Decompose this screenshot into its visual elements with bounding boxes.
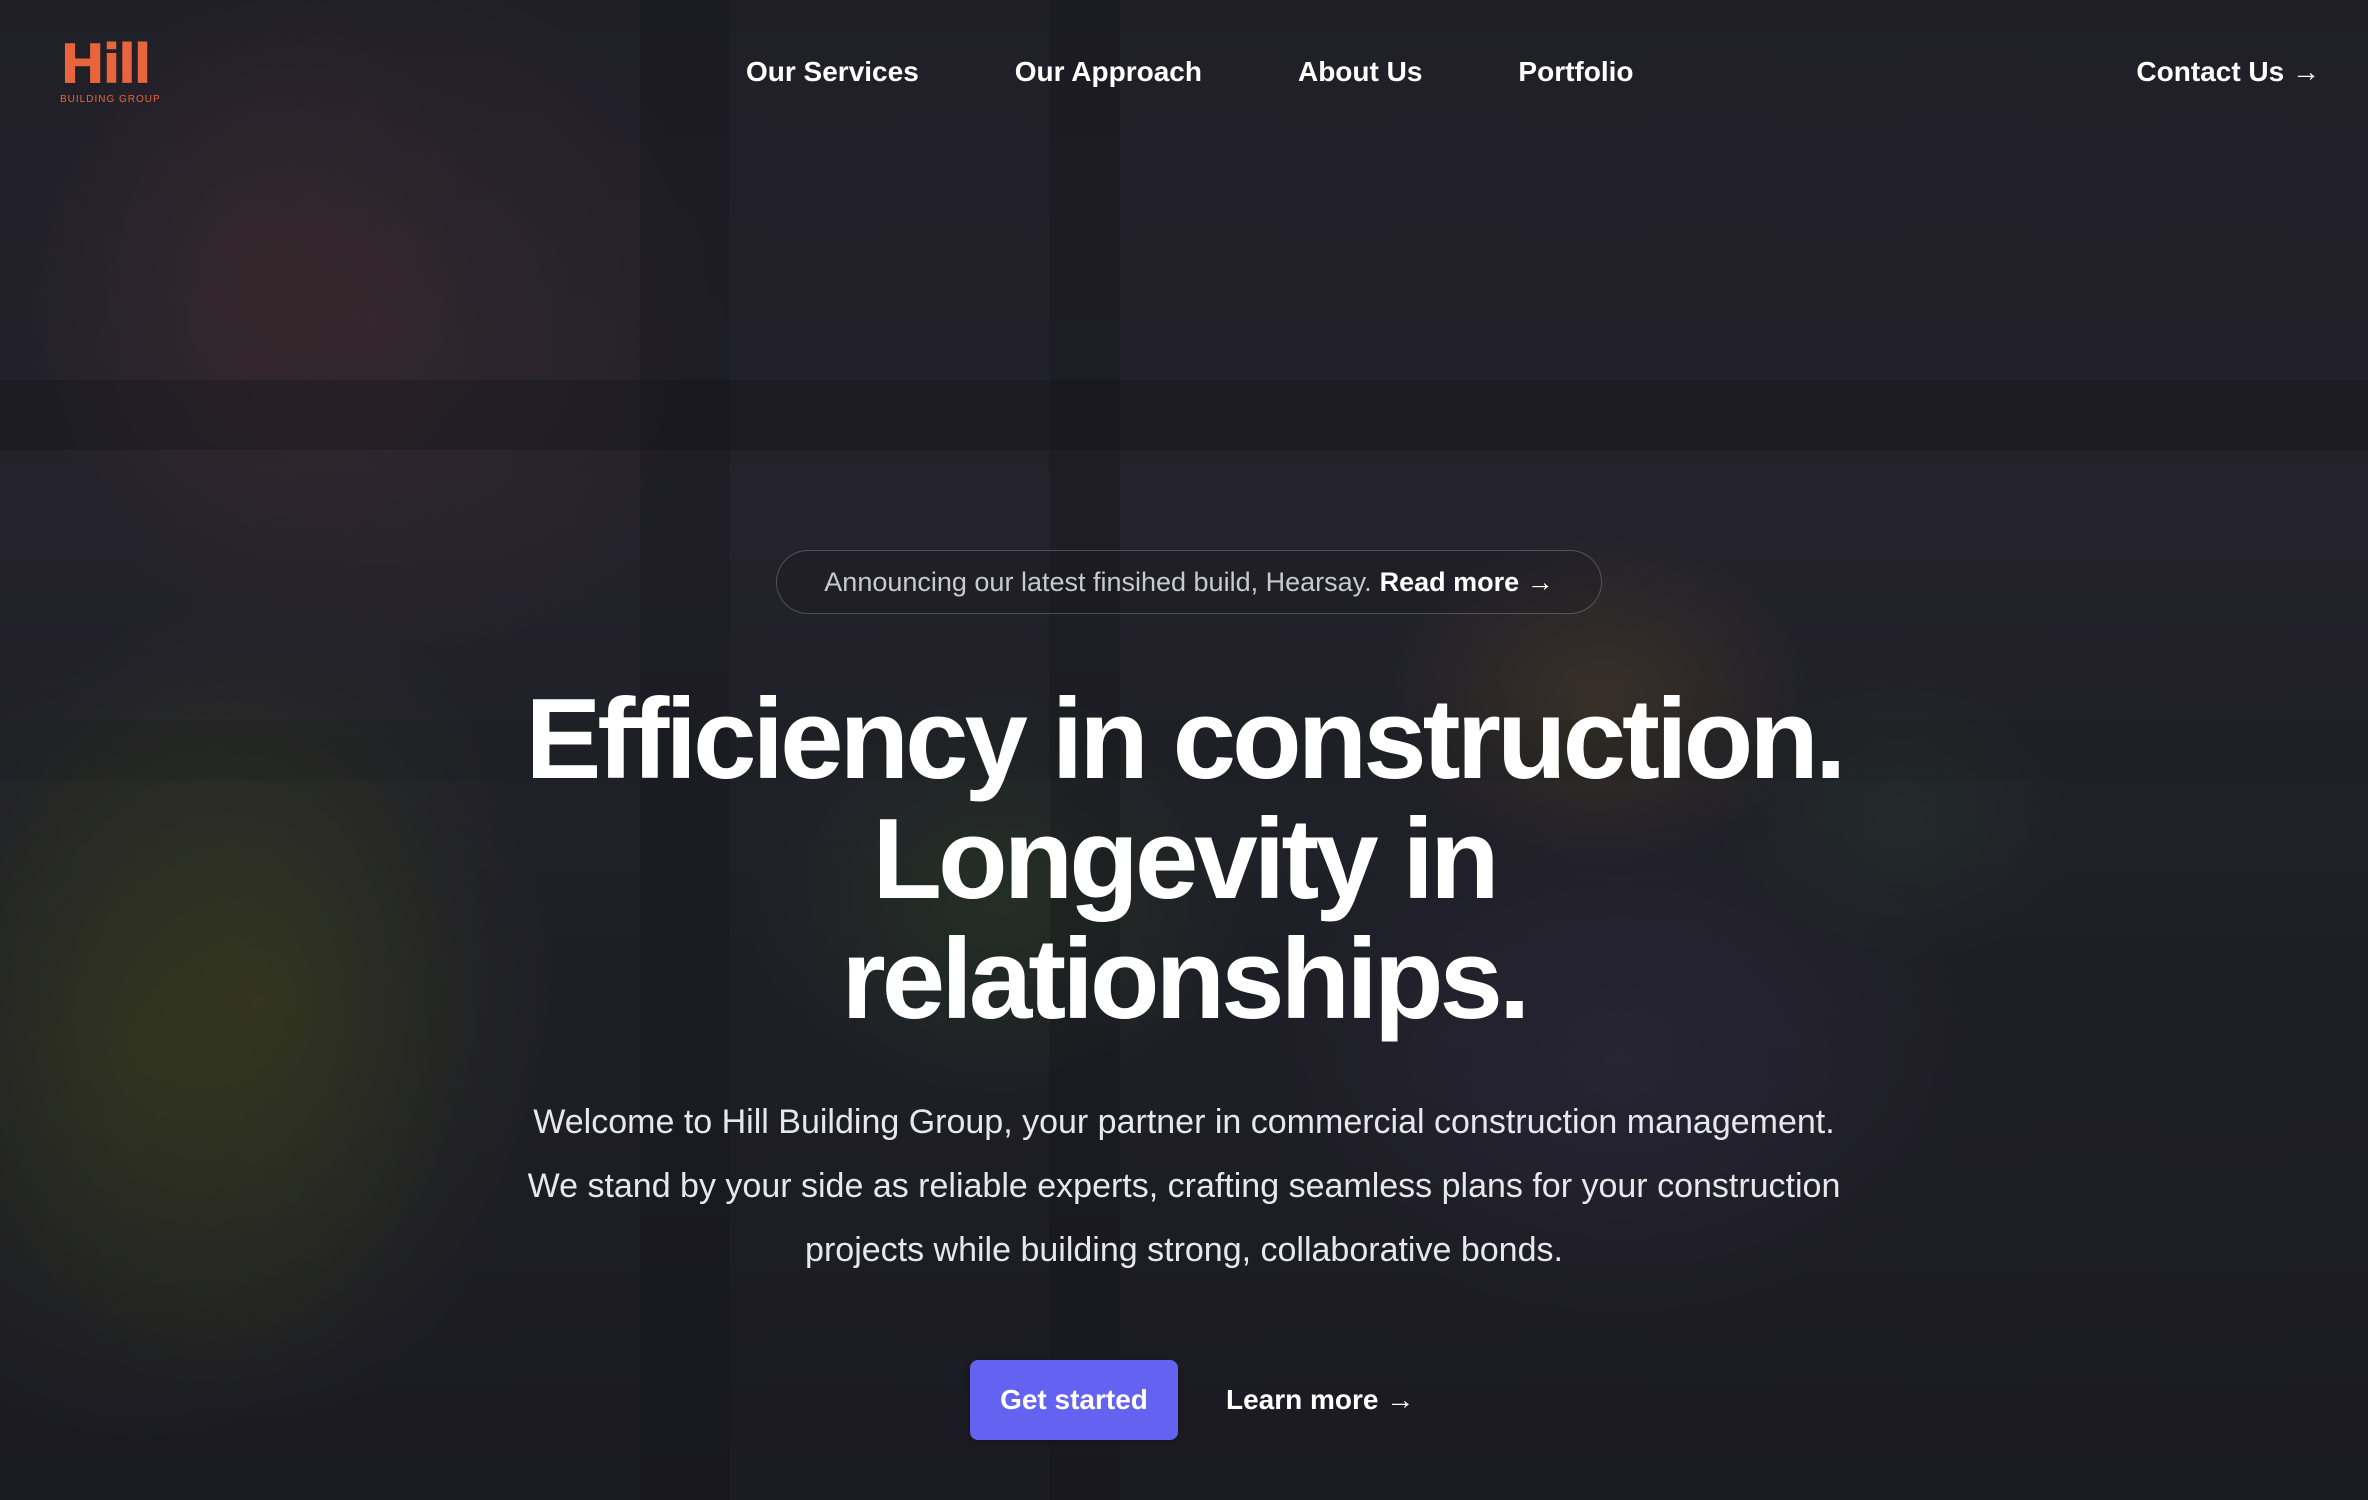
- learn-more-link[interactable]: Learn more →: [1226, 1360, 1414, 1440]
- landing-page: Hill BUILDING GROUP Our Services Our App…: [0, 0, 2368, 1500]
- headline-line: Efficiency in construction.: [525, 676, 1846, 803]
- contact-us-link[interactable]: Contact Us →: [2136, 52, 2320, 92]
- announcement-text: Announcing our latest finsihed build, He…: [824, 566, 1372, 597]
- read-more-link[interactable]: Read more →: [1380, 567, 1554, 598]
- nav-item-portfolio[interactable]: Portfolio: [1518, 52, 1633, 92]
- brand-logo[interactable]: Hill BUILDING GROUP: [60, 38, 160, 108]
- get-started-button[interactable]: Get started: [970, 1360, 1178, 1440]
- hero-headline: Efficiency in construction. Longevity in…: [484, 680, 1884, 1040]
- primary-nav: Our Services Our Approach About Us Portf…: [746, 52, 1634, 92]
- hero-description: Welcome to Hill Building Group, your par…: [527, 1103, 1841, 1269]
- nav-item-our-approach[interactable]: Our Approach: [1015, 52, 1202, 92]
- headline-line: Longevity in: [872, 796, 1499, 923]
- site-header: Hill BUILDING GROUP Our Services Our App…: [0, 0, 2368, 144]
- logo-subtext: BUILDING GROUP: [60, 94, 161, 105]
- headline-line: relationships.: [841, 916, 1530, 1043]
- announcement-pill: Announcing our latest finsihed build, He…: [776, 550, 1602, 614]
- nav-item-our-services[interactable]: Our Services: [746, 52, 919, 92]
- nav-item-about-us[interactable]: About Us: [1298, 52, 1422, 92]
- hero-cta-row: Get started Learn more →: [0, 1360, 2368, 1440]
- logo-wordmark: Hill: [60, 33, 152, 96]
